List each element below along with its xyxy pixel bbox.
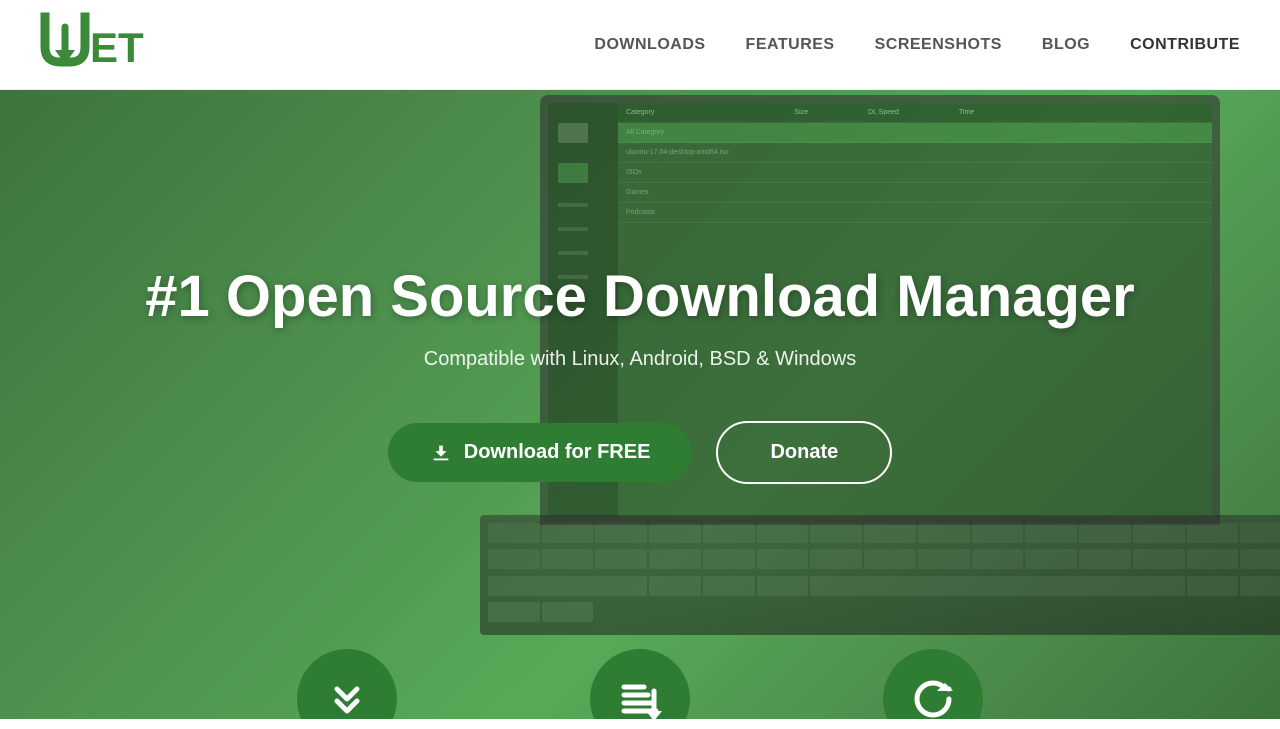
- download-button[interactable]: Download for FREE: [388, 423, 693, 482]
- refresh-button[interactable]: [883, 649, 983, 719]
- nav-screenshots[interactable]: SCREENSHOTS: [875, 36, 1002, 54]
- download-icon: [430, 442, 452, 464]
- hero-content: #1 Open Source Download Manager Compatib…: [145, 265, 1134, 485]
- sort-download-icon: [616, 675, 664, 719]
- hero-section: CategorySizeDL SpeedTime All Category ub…: [0, 90, 1280, 719]
- nav-contribute[interactable]: CONTRIBUTE: [1130, 36, 1240, 54]
- hero-subtitle: Compatible with Linux, Android, BSD & Wi…: [145, 348, 1134, 371]
- nav-blog[interactable]: BLOG: [1042, 36, 1090, 54]
- hero-title: #1 Open Source Download Manager: [145, 265, 1134, 329]
- sort-download-button[interactable]: [590, 649, 690, 719]
- logo[interactable]: ET: [40, 12, 170, 77]
- bottom-icons: [0, 649, 1280, 719]
- donate-button[interactable]: Donate: [716, 421, 892, 484]
- hero-buttons: Download for FREE Donate: [145, 421, 1134, 484]
- site-header: ET DOWNLOADS FEATURES SCREENSHOTS BLOG C…: [0, 0, 1280, 90]
- refresh-icon: [909, 675, 957, 719]
- nav-features[interactable]: FEATURES: [746, 36, 835, 54]
- main-nav: DOWNLOADS FEATURES SCREENSHOTS BLOG CONT…: [594, 36, 1240, 54]
- nav-downloads[interactable]: DOWNLOADS: [594, 36, 705, 54]
- svg-text:ET: ET: [90, 24, 144, 71]
- scroll-down-button[interactable]: [297, 649, 397, 719]
- logo-svg: ET: [40, 12, 170, 77]
- chevron-double-down-icon: [323, 675, 371, 719]
